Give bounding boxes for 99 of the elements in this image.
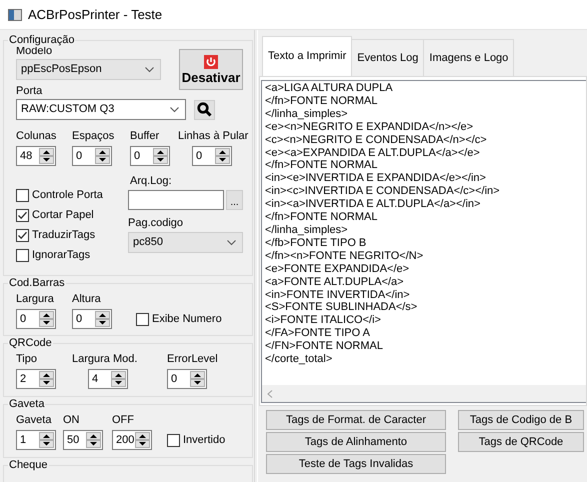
- spin-field[interactable]: 48: [16, 146, 56, 166]
- text-line: </fn>FONTE NORMAL: [265, 159, 378, 172]
- field-label: Buffer: [130, 130, 160, 143]
- text-line: <in>FONTE INVERTIDA</in>: [265, 288, 411, 302]
- text-line: <in><a>INVERTIDA E ALT.DUPLA</a></in>: [265, 198, 482, 212]
- button[interactable]: Tags de Alinhamento: [266, 432, 446, 452]
- text-line: <e><a>EXPANDIDA E ALT.DUPLA</a></e>: [265, 146, 481, 160]
- group-title: Configuração: [8, 33, 76, 47]
- field-label: ON: [63, 414, 80, 427]
- button[interactable]: Tags de Format. de Caracter: [266, 410, 446, 430]
- text-line: </corte_total>: [265, 353, 334, 366]
- spin-field[interactable]: 0: [16, 309, 56, 329]
- spin-arrows-icon[interactable]: [135, 432, 150, 448]
- checkbox-label: Cortar Papel: [32, 208, 94, 222]
- field-label: Porta: [16, 84, 42, 99]
- window-title: ACBrPosPrinter - Teste: [28, 6, 162, 24]
- spin-arrows-icon[interactable]: [111, 371, 126, 387]
- text-line: </fn>FONTE NORMAL: [265, 211, 378, 224]
- field-label: Largura Mod.: [72, 353, 138, 366]
- text-line: </FA>FONTE TIPO A: [265, 327, 371, 340]
- spin-field[interactable]: 50: [63, 430, 103, 450]
- text-line: <e>FONTE EXPANDIDA</e>: [265, 262, 410, 276]
- checkbox-label: Exibe Numero: [152, 312, 222, 326]
- field-label: OFF: [112, 414, 135, 427]
- checkbox-label: IgnorarTags: [32, 248, 90, 262]
- horizontal-scrollbar[interactable]: [262, 385, 586, 402]
- field-label: Tipo: [16, 353, 38, 366]
- field-label: Espaços: [72, 130, 116, 143]
- dropdown[interactable]: pc850: [128, 232, 243, 253]
- spin-field[interactable]: 0: [72, 309, 112, 329]
- field-label: Gaveta: [16, 414, 52, 427]
- spin-arrows-icon[interactable]: [153, 148, 168, 164]
- spin-field[interactable]: 0: [130, 146, 170, 166]
- text-line: </FN>FONTE NORMAL: [265, 340, 384, 354]
- button[interactable]: Tags de Codigo de B: [458, 410, 584, 430]
- field-label: Altura: [72, 293, 102, 306]
- spin-arrows-icon[interactable]: [39, 371, 54, 387]
- checkbox[interactable]: [16, 228, 29, 242]
- field-label: Pag.codigo: [128, 216, 184, 230]
- browse-button[interactable]: ...: [226, 190, 243, 210]
- checkbox[interactable]: [16, 208, 29, 222]
- power-icon: [204, 54, 218, 68]
- text-line: </linha_simples>: [265, 224, 349, 237]
- spin-arrows-icon[interactable]: [95, 311, 110, 327]
- chevron-down-icon: [170, 106, 179, 112]
- spin-field[interactable]: 200: [112, 430, 152, 450]
- text-line: <in><c>INVERTIDA E CONDENSADA</c></in>: [265, 185, 501, 198]
- field-label: ErrorLevel: [167, 353, 218, 366]
- dropdown[interactable]: ppEscPosEpson: [16, 59, 161, 80]
- spin-arrows-icon[interactable]: [86, 432, 101, 448]
- text-line: <e><n>NEGRITO E EXPANDIDA</n></e>: [265, 120, 474, 134]
- button[interactable]: Tags de QRCode: [458, 432, 584, 452]
- spin-arrows-icon[interactable]: [39, 148, 54, 164]
- text-line: <c><n>NEGRITO E CONDENSADA</n></c>: [265, 134, 488, 147]
- checkbox-label: Controle Porta: [32, 188, 103, 202]
- field-label: Modelo: [16, 45, 52, 59]
- group-title: Cheque: [8, 458, 49, 472]
- deactivate-button[interactable]: Desativar: [179, 49, 243, 90]
- checkbox[interactable]: [16, 188, 29, 202]
- spin-arrows-icon[interactable]: [39, 432, 54, 448]
- spin-field[interactable]: 2: [16, 369, 56, 389]
- spin-arrows-icon[interactable]: [39, 311, 54, 327]
- spin-arrows-icon[interactable]: [215, 148, 230, 164]
- text-line: <a>FONTE ALT.DUPLA</a>: [265, 276, 405, 288]
- text-line: <S>FONTE SUBLINHADA</s>: [265, 301, 418, 314]
- spin-field[interactable]: 1: [16, 430, 56, 450]
- text-line: </fb>FONTE TIPO B: [265, 236, 368, 250]
- chevron-down-icon: [145, 66, 154, 72]
- group-title: QRCode: [8, 336, 53, 350]
- search-icon: [197, 102, 212, 117]
- field-label: Arq.Log:: [129, 174, 173, 188]
- input-field[interactable]: [128, 190, 224, 210]
- search-button[interactable]: [194, 100, 215, 120]
- spin-field[interactable]: 0: [72, 146, 112, 166]
- app-icon: [8, 8, 22, 20]
- checkbox[interactable]: [136, 312, 149, 326]
- text-line: </linha_simples>: [265, 108, 349, 121]
- spin-arrows-icon[interactable]: [95, 148, 110, 164]
- checkbox-label: Invertido: [183, 433, 226, 447]
- spin-field[interactable]: 4: [88, 369, 128, 389]
- dropdown[interactable]: RAW:CUSTOM Q3: [16, 99, 186, 120]
- spin-arrows-icon[interactable]: [190, 371, 205, 387]
- field-label: Linhas à Pular: [178, 130, 248, 143]
- field-label: Largura: [16, 293, 55, 306]
- chevron-down-icon: [227, 240, 236, 246]
- field-label: Colunas: [16, 130, 58, 143]
- text-line: <a>LIGA ALTURA DUPLA: [265, 82, 394, 95]
- checkbox-label: TraduzirTags: [32, 228, 96, 242]
- spin-field[interactable]: 0: [167, 369, 207, 389]
- text-line: <i>FONTE ITALICO</i>: [265, 314, 382, 328]
- text-line: <in><e>INVERTIDA E EXPANDIDA</e></in>: [265, 172, 487, 186]
- checkbox[interactable]: [16, 248, 29, 262]
- text-line: </fn>FONTE NORMAL: [265, 94, 378, 108]
- tab[interactable]: Texto a Imprimir: [262, 36, 352, 76]
- checkbox[interactable]: [167, 434, 180, 446]
- button[interactable]: Teste de Tags Invalidas: [266, 454, 446, 474]
- spin-field[interactable]: 0: [192, 146, 232, 166]
- text-line: </fn><n>FONTE NEGRITO</N>: [265, 250, 424, 263]
- tab[interactable]: Imagens e Logo: [423, 39, 514, 76]
